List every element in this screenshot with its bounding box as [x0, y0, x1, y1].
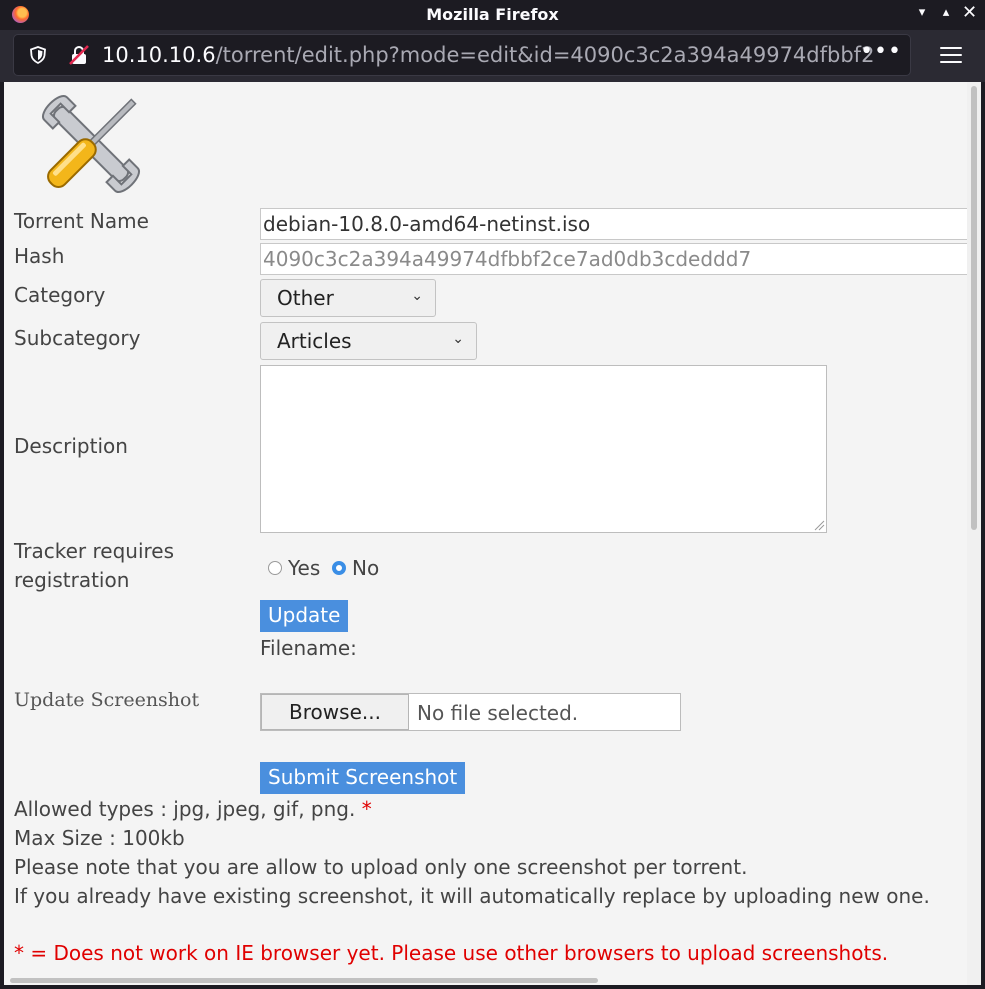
- tracker-label-line1: Tracker requires: [14, 539, 175, 563]
- radio-no[interactable]: No: [332, 556, 379, 580]
- update-button[interactable]: Update: [260, 600, 349, 632]
- close-icon[interactable]: ✕: [962, 4, 977, 22]
- window-titlebar: Mozilla Firefox ▾ ▴ ✕: [0, 0, 985, 30]
- tracker-label-line2: registration: [14, 568, 130, 592]
- no-file-text: No file selected.: [417, 701, 579, 725]
- subcategory-label: Subcategory: [14, 326, 141, 350]
- description-textarea[interactable]: [260, 365, 827, 533]
- resize-grip-icon[interactable]: [813, 519, 825, 531]
- insecure-lock-icon[interactable]: [68, 44, 90, 66]
- horizontal-scrollbar[interactable]: [4, 975, 967, 985]
- hash-input[interactable]: 4090c3c2a394a49974dfbbf2ce7ad0db3cdeddd7: [260, 243, 972, 275]
- browse-button[interactable]: Browse...: [261, 694, 409, 730]
- radio-yes-circle[interactable]: [268, 561, 282, 575]
- replace-note: If you already have existing screenshot,…: [14, 884, 930, 908]
- ie-warning-note: * = Does not work on IE browser yet. Ple…: [14, 941, 889, 965]
- url-bar[interactable]: 10.10.10.6/torrent/edit.php?mode=edit&id…: [13, 34, 911, 76]
- radio-no-circle[interactable]: [332, 561, 346, 575]
- shield-icon[interactable]: [28, 45, 48, 65]
- minimize-icon[interactable]: ▾: [915, 6, 929, 20]
- horizontal-scroll-thumb[interactable]: [10, 978, 598, 983]
- max-size-note: Max Size : 100kb: [14, 826, 185, 850]
- radio-no-label: No: [352, 556, 380, 580]
- radio-yes-label: Yes: [288, 556, 321, 580]
- submit-screenshot-button[interactable]: Submit Screenshot: [260, 762, 466, 794]
- tools-icon: [42, 95, 140, 193]
- vertical-scroll-thumb[interactable]: [971, 86, 977, 530]
- url-path: /torrent/edit.php?mode=edit&id=4090c3c2a…: [215, 43, 874, 67]
- required-asterisk: *: [361, 797, 372, 821]
- chevron-down-icon: ⌄: [411, 288, 423, 304]
- allowed-types-note: Allowed types : jpg, jpeg, gif, png. *: [14, 797, 372, 821]
- description-label: Description: [14, 434, 128, 458]
- navigation-toolbar: 10.10.10.6/torrent/edit.php?mode=edit&id…: [0, 30, 985, 82]
- allowed-types-text: Allowed types : jpg, jpeg, gif, png.: [14, 797, 356, 821]
- vertical-scrollbar[interactable]: [967, 82, 981, 985]
- hamburger-menu-icon[interactable]: [936, 42, 966, 70]
- window-title: Mozilla Firefox: [426, 5, 559, 24]
- hash-label: Hash: [14, 244, 65, 268]
- subcategory-select[interactable]: Articles ⌄: [260, 322, 477, 360]
- radio-yes[interactable]: Yes: [268, 556, 320, 580]
- more-dots-icon[interactable]: •••: [860, 39, 902, 64]
- page-content: Torrent Name debian-10.8.0-amd64-netinst…: [4, 82, 981, 985]
- maximize-icon[interactable]: ▴: [939, 6, 953, 20]
- filename-label: Filename:: [260, 636, 357, 660]
- category-select[interactable]: Other ⌄: [260, 279, 436, 317]
- subcategory-selected-value: Articles: [277, 329, 352, 353]
- chevron-down-icon: ⌄: [452, 331, 464, 347]
- one-screenshot-note: Please note that you are allow to upload…: [14, 855, 748, 879]
- torrent-name-input[interactable]: debian-10.8.0-amd64-netinst.iso: [260, 208, 972, 240]
- url-host: 10.10.10.6: [102, 43, 216, 67]
- category-selected-value: Other: [277, 286, 334, 310]
- tracker-registration-label: Tracker requires registration: [14, 537, 174, 595]
- category-label: Category: [14, 283, 106, 307]
- screenshot-file-input[interactable]: Browse... No file selected.: [260, 693, 681, 731]
- update-screenshot-label: Update Screenshot: [14, 689, 200, 711]
- url-text[interactable]: 10.10.10.6/torrent/edit.php?mode=edit&id…: [102, 43, 874, 67]
- torrent-name-label: Torrent Name: [14, 209, 149, 233]
